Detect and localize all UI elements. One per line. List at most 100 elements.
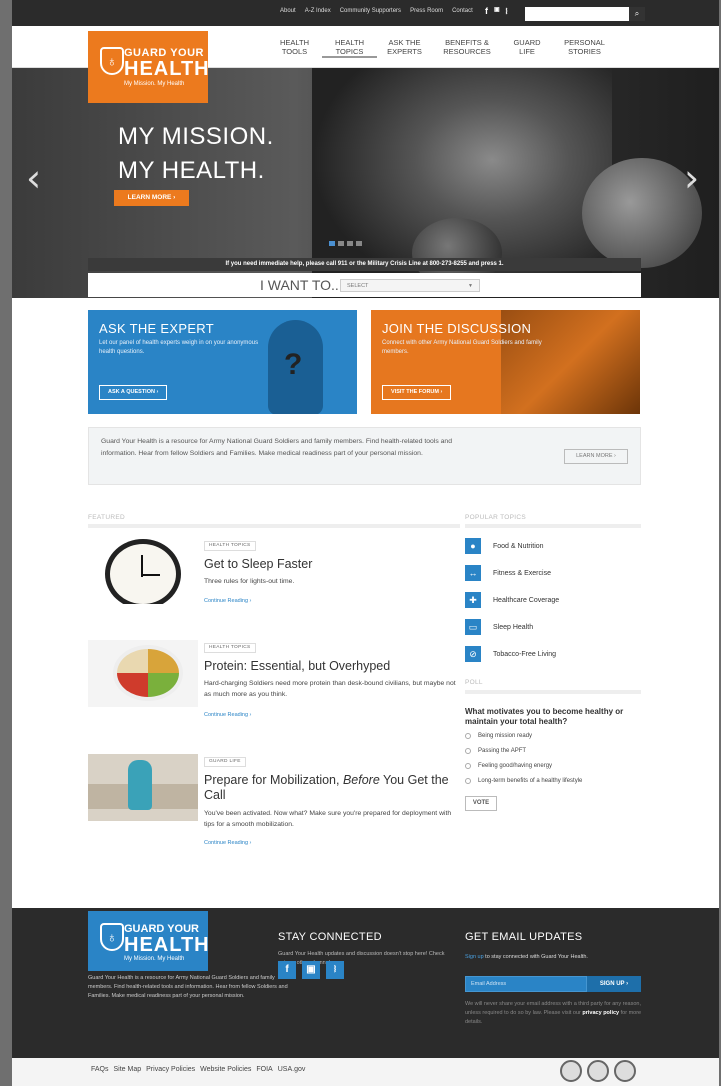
topic-label: Healthcare Coverage <box>493 596 560 604</box>
facebook-icon[interactable]: f <box>278 961 296 979</box>
nav-label: HEALTH <box>334 38 365 47</box>
search-button[interactable]: ⌕ <box>629 7 645 21</box>
utility-nav: About A-Z Index Community Supporters Pre… <box>280 8 473 14</box>
select-value: SELECT <box>347 283 369 289</box>
social-links-top: f ▣ ⧘ <box>485 6 508 17</box>
radio-button[interactable] <box>465 763 471 769</box>
article-title[interactable]: Protein: Essential, but Overhyped <box>204 659 390 674</box>
poll-option[interactable]: Long-term benefits of a healthy lifestyl… <box>465 778 582 784</box>
poll-option[interactable]: Passing the APFT <box>465 748 526 754</box>
utility-link-community-supporters[interactable]: Community Supporters <box>340 8 401 14</box>
poll-heading: POLL <box>465 679 483 686</box>
popular-topic-healthcare[interactable]: ✚ Healthcare Coverage <box>465 592 559 608</box>
main-navigation: ♁ GUARD YOUR HEALTH My Mission. My Healt… <box>12 26 719 103</box>
continue-reading-link[interactable]: Continue Reading › <box>204 598 251 604</box>
hero-learn-more-button[interactable]: LEARN MORE › <box>114 190 189 206</box>
continue-reading-link[interactable]: Continue Reading › <box>204 840 251 846</box>
nav-label: HEALTH <box>279 38 310 47</box>
carousel-dot[interactable] <box>329 241 335 246</box>
featured-heading: FEATURED <box>88 514 125 521</box>
carousel-dot[interactable] <box>347 241 353 246</box>
popular-topic-fitness[interactable]: ↔ Fitness & Exercise <box>465 565 551 581</box>
article-description: Three rules for lights-out time. <box>204 578 295 585</box>
woman-on-couch-image[interactable] <box>88 754 198 821</box>
usagov-link[interactable]: USA.gov <box>278 1066 306 1073</box>
nav-health-tools[interactable]: HEALTH TOOLS <box>267 38 322 58</box>
footer-logo[interactable]: ♁ GUARD YOUR HEALTH My Mission. My Healt… <box>88 911 210 971</box>
carousel-dot[interactable] <box>356 241 362 246</box>
ask-a-question-button[interactable]: ASK A QUESTION › <box>99 385 168 400</box>
hero-headline: MY MISSION. MY HEALTH. <box>118 120 274 188</box>
popular-topic-sleep[interactable]: ▭ Sleep Health <box>465 619 533 635</box>
utility-link-contact[interactable]: Contact <box>452 8 473 14</box>
hero-line1: MY MISSION. <box>118 123 274 150</box>
popular-topic-tobacco-free[interactable]: ⊘ Tobacco-Free Living <box>465 646 556 662</box>
article-title[interactable]: Get to Sleep Faster <box>204 557 312 572</box>
option-label: Feeling good/having energy <box>478 763 553 769</box>
article-tag[interactable]: HEALTH TOPICS <box>204 643 256 653</box>
continue-reading-link[interactable]: Continue Reading › <box>204 712 251 718</box>
army-seal-icon[interactable] <box>560 1060 582 1082</box>
privacy-policies-link[interactable]: Privacy Policies <box>146 1066 195 1073</box>
carousel-prev-icon[interactable]: ‹ <box>26 156 41 200</box>
bottom-bar: FAQs Site Map Privacy Policies Website P… <box>12 1058 719 1086</box>
radio-button[interactable] <box>465 778 471 784</box>
site-logo[interactable]: ♁ GUARD YOUR HEALTH My Mission. My Healt… <box>88 31 209 103</box>
nav-guard-life[interactable]: GUARD LIFE <box>502 38 552 58</box>
about-learn-more-button[interactable]: LEARN MORE › <box>564 449 628 464</box>
option-label: Being mission ready <box>478 733 533 739</box>
article-tag[interactable]: HEALTH TOPICS <box>204 541 256 551</box>
sign-up-link[interactable]: Sign up <box>465 954 484 960</box>
visit-the-forum-button[interactable]: VISIT THE FORUM › <box>382 385 452 400</box>
website-policies-link[interactable]: Website Policies <box>200 1066 251 1073</box>
carousel-dot[interactable] <box>338 241 344 246</box>
footer-description: Guard Your Health is a resource for Army… <box>88 975 288 999</box>
chevron-down-icon: ▼ <box>468 283 473 289</box>
article-tag[interactable]: GUARD LIFE <box>204 757 246 767</box>
privacy-policy-link[interactable]: privacy policy <box>582 1010 619 1016</box>
logo-line2: HEALTH <box>124 934 210 956</box>
utility-link-az-index[interactable]: A-Z Index <box>305 8 331 14</box>
faqs-link[interactable]: FAQs <box>91 1066 109 1073</box>
i-want-to-select[interactable]: SELECT ▼ <box>340 279 480 292</box>
site-map-link[interactable]: Site Map <box>114 1066 142 1073</box>
nav-health-topics[interactable]: HEALTH TOPICS <box>322 38 377 58</box>
article-title[interactable]: Prepare for Mobilization, Before You Get… <box>204 773 459 803</box>
radio-button[interactable] <box>465 733 471 739</box>
nav-benefits-resources[interactable]: BENEFITS & RESOURCES <box>432 38 502 58</box>
utility-link-press-room[interactable]: Press Room <box>410 8 443 14</box>
i-want-to-label: I WANT TO... <box>260 277 343 293</box>
nav-ask-the-experts[interactable]: ASK THE EXPERTS <box>377 38 432 58</box>
nav-label: PERSONAL <box>564 38 605 47</box>
search-input[interactable] <box>525 7 629 21</box>
nav-label: ASK THE <box>388 38 421 47</box>
national-guard-seal-icon[interactable] <box>587 1060 609 1082</box>
rss-icon[interactable]: ⧘ <box>506 6 508 17</box>
nav-personal-stories[interactable]: PERSONAL STORIES <box>552 38 617 58</box>
vote-button[interactable]: VOTE <box>465 796 497 811</box>
clock-image[interactable] <box>88 537 198 604</box>
poll-option[interactable]: Being mission ready <box>465 733 532 739</box>
popular-topic-food-nutrition[interactable]: ● Food & Nutrition <box>465 538 544 554</box>
utility-link-about[interactable]: About <box>280 8 296 14</box>
carousel-next-icon[interactable]: › <box>684 156 699 200</box>
agency-seals <box>560 1060 636 1082</box>
plate <box>113 645 183 701</box>
foia-link[interactable]: FOIA <box>256 1066 272 1073</box>
facebook-icon[interactable]: f <box>485 6 488 17</box>
radio-button[interactable] <box>465 748 471 754</box>
nav-label: GUARD <box>513 38 541 47</box>
privacy-note: We will never share your email address w… <box>465 1000 643 1027</box>
food-plate-image[interactable] <box>88 640 198 707</box>
youtube-icon[interactable]: ▣ <box>494 6 500 17</box>
sign-up-button[interactable]: SIGN UP › <box>587 976 641 992</box>
footer-social-links: f ▣ ⧘ <box>278 961 344 979</box>
army-guard-seal-icon[interactable] <box>614 1060 636 1082</box>
email-input[interactable]: Email Address <box>465 976 587 992</box>
youtube-icon[interactable]: ▣ <box>302 961 320 979</box>
shield-icon: ♁ <box>100 923 124 951</box>
ask-the-expert-promo: ? ASK THE EXPERT Let our panel of health… <box>88 310 357 414</box>
poll-option[interactable]: Feeling good/having energy <box>465 763 552 769</box>
dumbbell-icon: ↔ <box>465 565 481 581</box>
rss-icon[interactable]: ⧘ <box>326 961 344 979</box>
